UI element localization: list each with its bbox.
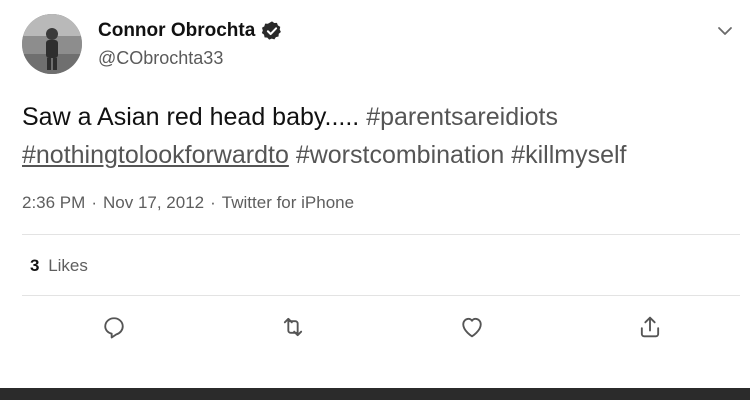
hashtag-link[interactable]: #parentsareidiots xyxy=(366,103,558,131)
author-row: Connor Obrochta xyxy=(98,20,283,42)
tweet-date[interactable]: Nov 17, 2012 xyxy=(103,193,204,213)
tweet-meta: 2:36 PM · Nov 17, 2012 · Twitter for iPh… xyxy=(22,193,354,213)
display-name[interactable]: Connor Obrochta xyxy=(98,20,255,42)
share-icon[interactable] xyxy=(636,313,664,341)
hashtag-link[interactable]: #worstcombination xyxy=(296,141,504,169)
avatar-image xyxy=(22,14,82,74)
divider xyxy=(22,234,740,235)
heart-icon[interactable] xyxy=(458,313,486,341)
tweet-time[interactable]: 2:36 PM xyxy=(22,193,85,213)
chevron-down-icon[interactable] xyxy=(716,22,734,40)
user-handle[interactable]: @CObrochta33 xyxy=(98,48,223,69)
tweet-source[interactable]: Twitter for iPhone xyxy=(222,193,354,213)
hashtag-link[interactable]: #killmyself xyxy=(511,141,626,169)
likes-count: 3 xyxy=(30,256,40,275)
meta-separator: · xyxy=(210,193,216,212)
tweet-text: Saw a Asian red head baby..... #parentsa… xyxy=(22,98,722,174)
tweet-text-body: Saw a Asian red head baby..... xyxy=(22,103,360,131)
tweet-card: Connor Obrochta @CObrochta33 Saw a Asian… xyxy=(0,0,750,388)
hashtag-link[interactable]: #nothingtolookforwardto xyxy=(22,141,289,169)
likes-row[interactable]: 3 Likes xyxy=(30,256,88,276)
bottom-bar xyxy=(0,388,750,400)
verified-badge-icon xyxy=(261,20,283,42)
retweet-icon[interactable] xyxy=(279,313,307,341)
reply-icon[interactable] xyxy=(100,313,128,341)
meta-separator: · xyxy=(91,193,97,212)
divider xyxy=(22,295,740,296)
likes-label: Likes xyxy=(48,256,88,275)
action-bar xyxy=(0,313,750,343)
avatar[interactable] xyxy=(22,14,82,74)
